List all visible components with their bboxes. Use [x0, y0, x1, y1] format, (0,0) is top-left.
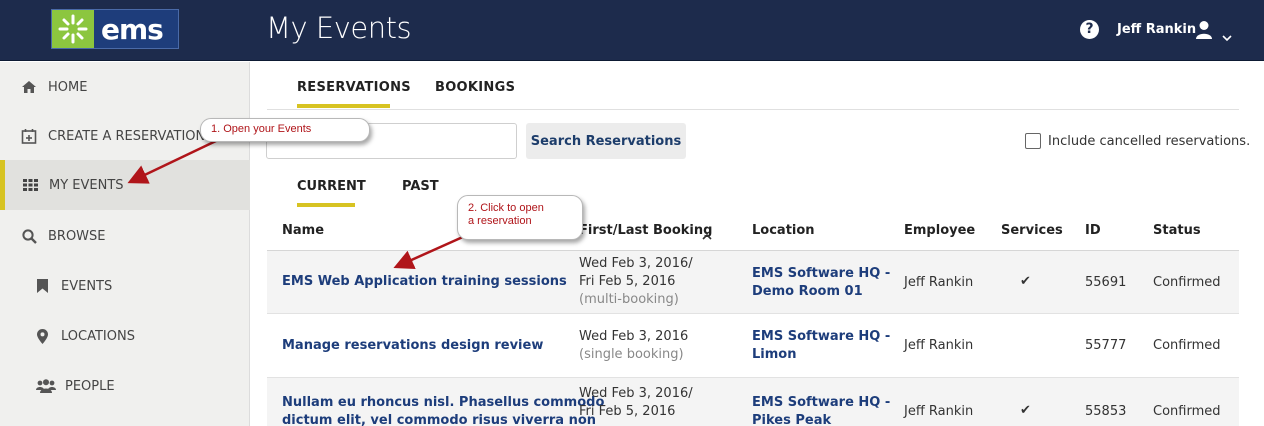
booking-dates: Wed Feb 3, 2016/ Fri Feb 5, 2016 [579, 385, 693, 421]
booking-type: (single booking) [579, 347, 684, 362]
booking-last: Fri Feb 5, 2016 [579, 404, 676, 419]
tab-current[interactable]: CURRENT [297, 179, 366, 194]
table-header: Name First/Last Booking Location Employe… [267, 209, 1239, 251]
column-header-employee[interactable]: Employee [904, 223, 975, 238]
home-icon [19, 80, 39, 94]
sidebar-item-label: PEOPLE [65, 378, 115, 394]
reservation-name-link[interactable]: EMS Web Application training sessions [282, 273, 567, 291]
callout-open-reservation: 2. Click to open a reservation [457, 195, 583, 240]
include-cancelled-checkbox[interactable] [1025, 133, 1041, 149]
reservation-id: 55853 [1085, 404, 1127, 419]
booking-first: Wed Feb 3, 2016/ [579, 256, 693, 271]
column-header-location[interactable]: Location [752, 223, 815, 238]
reservation-id: 55691 [1085, 275, 1127, 290]
tab-past[interactable]: PAST [402, 179, 439, 194]
sidebar-item-people[interactable]: PEOPLE [0, 361, 250, 411]
reservation-name-line-2: dictum elit, vel commodo risus viverra n… [282, 413, 597, 426]
column-header-booking[interactable]: First/Last Booking [579, 223, 712, 238]
employee: Jeff Rankin [904, 338, 974, 353]
booking-last: Fri Feb 5, 2016 [579, 274, 676, 289]
map-pin-icon [32, 328, 52, 344]
sidebar-item-label: LOCATIONS [61, 328, 135, 344]
top-bar: ems My Events ? Jeff Rankin [0, 0, 1264, 61]
booking-dates: Wed Feb 3, 2016/ Fri Feb 5, 2016 (multi-… [579, 255, 693, 309]
booking-first: Wed Feb 3, 2016/ [579, 386, 693, 401]
booking-dates: Wed Feb 3, 2016 (single booking) [579, 328, 688, 364]
search-icon [19, 228, 39, 244]
sidebar-item-browse[interactable]: BROWSE [0, 211, 250, 261]
location-line-2: Pikes Peak [752, 413, 832, 426]
column-header-services[interactable]: Services [1001, 223, 1063, 238]
tab-reservations[interactable]: RESERVATIONS [297, 80, 411, 95]
user-name[interactable]: Jeff Rankin [1117, 22, 1196, 37]
sidebar-item-label: CREATE A RESERVATION [48, 128, 206, 144]
tab-bookings[interactable]: BOOKINGS [435, 80, 515, 95]
employee: Jeff Rankin [904, 275, 974, 290]
table-row[interactable]: EMS Web Application training sessions We… [267, 251, 1239, 314]
booking-first: Wed Feb 3, 2016 [579, 329, 689, 344]
sidebar: HOME CREATE A RESERVATION MY EVENTS BROW… [0, 62, 250, 426]
reservation-id: 55777 [1085, 338, 1127, 353]
location-line-2: Demo Room 01 [752, 284, 863, 299]
chevron-down-icon[interactable] [1222, 27, 1232, 46]
sidebar-item-my-events[interactable]: MY EVENTS [0, 160, 250, 210]
sidebar-item-label: HOME [48, 79, 88, 95]
sidebar-item-label: BROWSE [48, 228, 106, 244]
services-check-icon: ✔ [1020, 274, 1031, 289]
search-reservations-button[interactable]: Search Reservations [526, 123, 686, 159]
reservation-name-link[interactable]: Nullam eu rhoncus nisl. Phasellus commod… [282, 394, 604, 426]
user-icon[interactable] [1195, 20, 1213, 44]
location-line-1: EMS Software HQ - [752, 395, 891, 410]
services-check-icon: ✔ [1020, 403, 1031, 418]
callout-text-line-1: 2. Click to open [468, 202, 544, 214]
booking-type: (multi-booking) [579, 292, 679, 307]
include-cancelled-label: Include cancelled reservations. [1048, 134, 1251, 149]
callout-text: 1. Open your Events [211, 123, 312, 135]
status-text: Confirmed [1153, 404, 1221, 419]
people-icon [36, 379, 56, 393]
active-subtab-indicator [297, 203, 355, 207]
help-icon[interactable]: ? [1080, 20, 1099, 39]
sort-ascending-icon[interactable] [702, 225, 712, 244]
sidebar-item-home[interactable]: HOME [0, 62, 250, 112]
status-text: Confirmed [1153, 275, 1221, 290]
column-header-status[interactable]: Status [1153, 223, 1201, 238]
column-header-id[interactable]: ID [1085, 223, 1101, 238]
location-line-2: Limon [752, 347, 797, 362]
sidebar-item-label: EVENTS [61, 278, 113, 294]
ems-logo[interactable]: ems [51, 9, 179, 49]
bookmark-icon [32, 279, 52, 293]
calendar-plus-icon [19, 128, 39, 144]
reservation-name-line-1: Nullam eu rhoncus nisl. Phasellus commod… [282, 395, 605, 410]
table-row[interactable]: Nullam eu rhoncus nisl. Phasellus commod… [267, 378, 1239, 426]
sidebar-item-locations[interactable]: LOCATIONS [0, 311, 250, 361]
reservation-name-link[interactable]: Manage reservations design review [282, 337, 543, 355]
location-line-1: EMS Software HQ - [752, 329, 891, 344]
page-title: My Events [266, 11, 412, 45]
status-text: Confirmed [1153, 338, 1221, 353]
logo-text: ems [101, 12, 164, 46]
callout-text-line-2: a reservation [468, 215, 532, 227]
location-line-1: EMS Software HQ - [752, 266, 891, 281]
column-header-name[interactable]: Name [282, 223, 324, 238]
callout-open-events: 1. Open your Events [200, 118, 370, 142]
employee: Jeff Rankin [904, 404, 974, 419]
logo-burst-icon [52, 10, 94, 48]
main-tabs: RESERVATIONS BOOKINGS [267, 62, 1239, 110]
table-row[interactable]: Manage reservations design review Wed Fe… [267, 314, 1239, 378]
location-link[interactable]: EMS Software HQ - Demo Room 01 [752, 265, 890, 301]
location-link[interactable]: EMS Software HQ - Pikes Peak [752, 394, 890, 426]
grid-icon [20, 179, 40, 191]
location-link[interactable]: EMS Software HQ - Limon [752, 328, 890, 364]
sidebar-item-label: MY EVENTS [49, 177, 124, 193]
sidebar-item-events[interactable]: EVENTS [0, 261, 250, 311]
active-tab-indicator [297, 104, 390, 108]
